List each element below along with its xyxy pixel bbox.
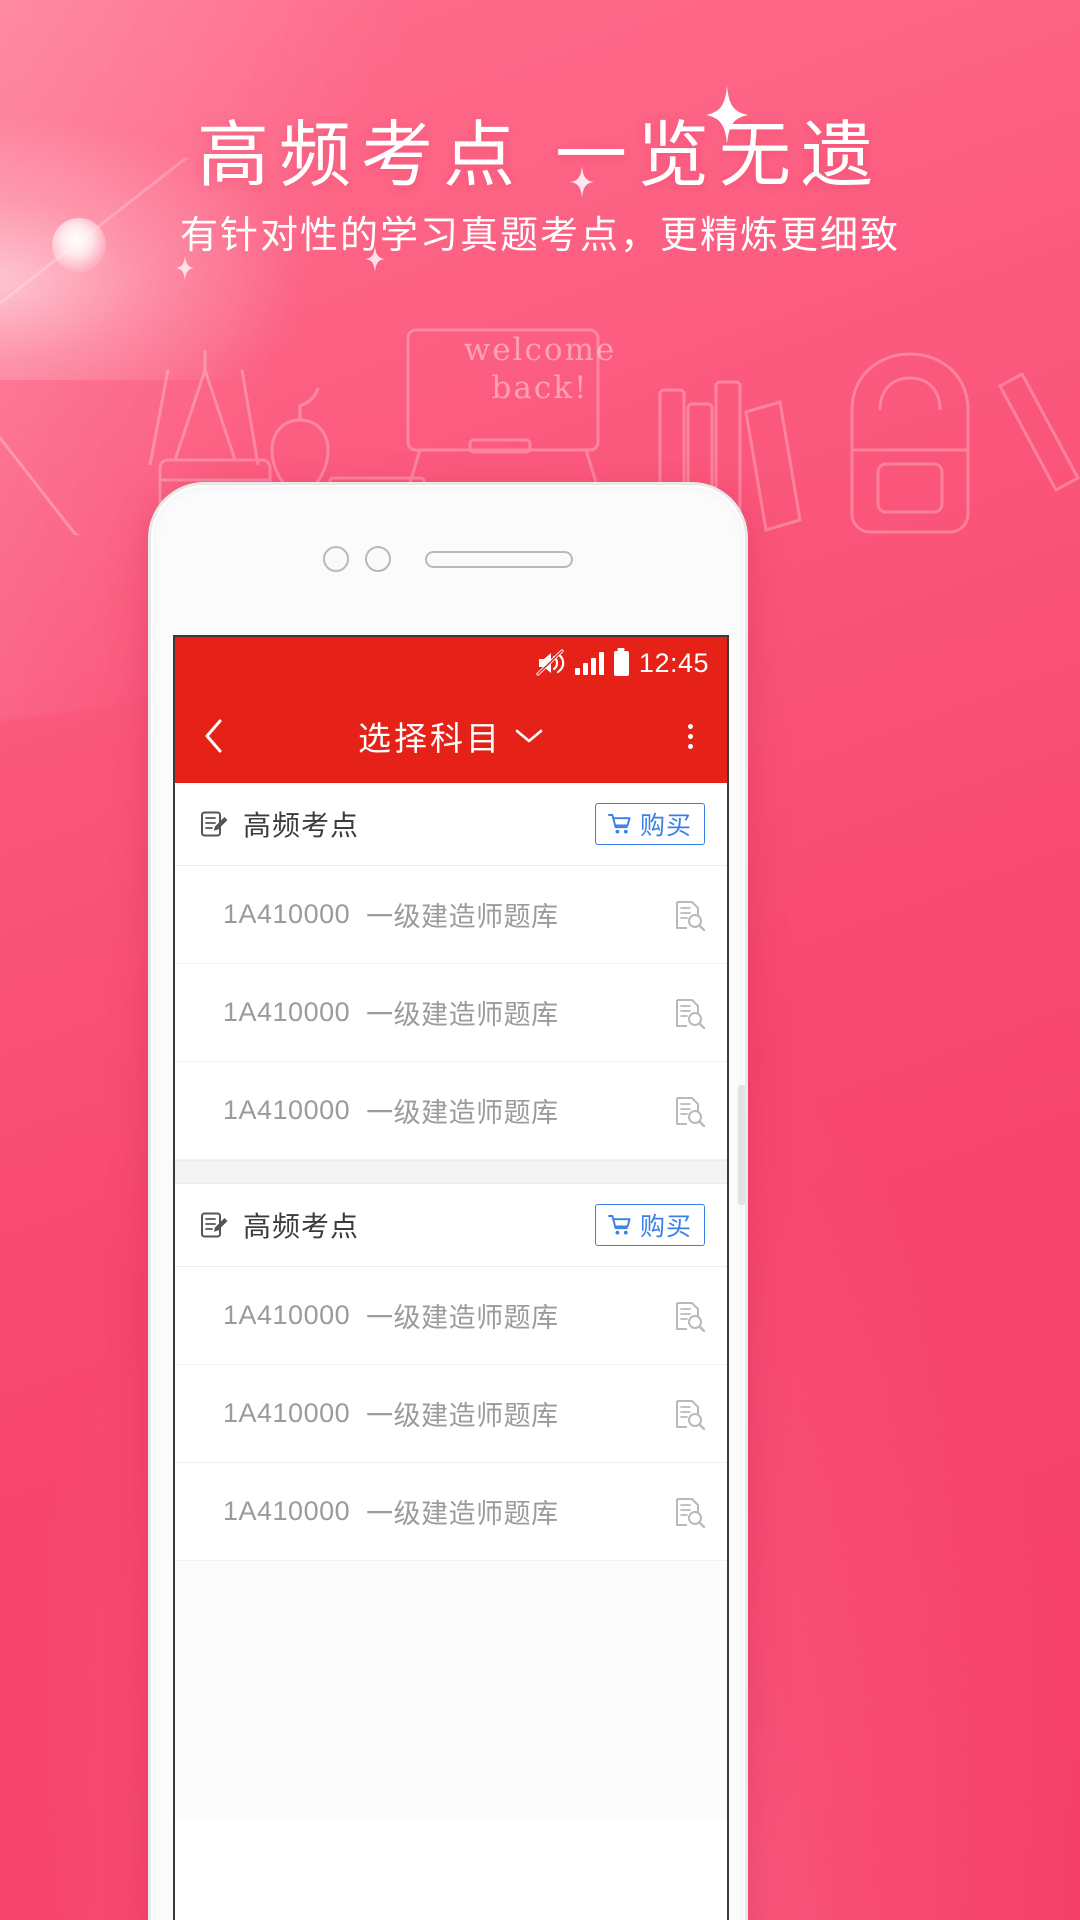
list-item[interactable]: 1A410000 一级建造师题库	[175, 866, 727, 964]
power-button[interactable]	[738, 1085, 745, 1205]
list-item-name: 一级建造师题库	[366, 1098, 559, 1128]
poster-headline: 高频考点 一览无遗	[196, 116, 883, 196]
phone-mockup: 12:45 选择科目 高频考点 购买 1A410000 一级建造师题库 1A41…	[148, 482, 748, 1920]
list-item-name: 一级建造师题库	[366, 1000, 559, 1030]
status-bar: 12:45	[175, 637, 727, 689]
section-header: 高频考点 购买	[175, 1184, 727, 1267]
section-divider	[175, 1160, 727, 1184]
promo-poster: welcome back! 高频考点 一览无遗 有针对性的学习真题考点，更精炼更…	[0, 0, 1080, 1920]
list-item-code: 1A410000	[223, 899, 351, 929]
screen-content: 高频考点 购买 1A410000 一级建造师题库 1A410000 一级建造师题…	[175, 783, 727, 1821]
list-item[interactable]: 1A410000 一级建造师题库	[175, 1365, 727, 1463]
nav-title-group[interactable]: 选择科目	[175, 712, 727, 760]
signal-bars-icon	[574, 651, 604, 675]
section-header: 高频考点 购买	[175, 783, 727, 866]
chevron-left-icon	[205, 719, 222, 753]
list-item-name: 一级建造师题库	[366, 1499, 559, 1529]
buy-button-label: 购买	[639, 812, 692, 840]
chalkboard-caption-line1: welcome	[463, 332, 617, 368]
document-search-icon[interactable]	[673, 997, 705, 1029]
document-search-icon[interactable]	[673, 1496, 705, 1528]
buy-button[interactable]: 购买	[594, 1204, 705, 1246]
phone-top-bezel	[151, 485, 745, 633]
cart-icon	[608, 814, 631, 834]
sparkle-icon	[176, 256, 194, 280]
app-navigation-bar: 选择科目	[175, 689, 727, 783]
list-item-code: 1A410000	[223, 1095, 351, 1125]
status-bar-clock: 12:45	[638, 647, 709, 678]
buy-button[interactable]: 购买	[594, 803, 705, 845]
phone-screen: 12:45 选择科目 高频考点 购买 1A410000 一级建造师题库 1A41…	[175, 637, 727, 1920]
earpiece-speaker	[425, 550, 573, 568]
list-item-name: 一级建造师题库	[366, 1401, 559, 1431]
list-item[interactable]: 1A410000 一级建造师题库	[175, 1267, 727, 1365]
battery-icon	[613, 650, 629, 676]
chevron-down-icon	[515, 729, 543, 743]
chalkboard-caption: welcome back!	[0, 332, 1080, 406]
empty-list-area	[175, 1561, 727, 1821]
more-vertical-icon-dot	[687, 723, 693, 729]
list-item[interactable]: 1A410000 一级建造师题库	[175, 1062, 727, 1160]
list-item-name: 一级建造师题库	[366, 902, 559, 932]
back-button[interactable]	[175, 689, 251, 783]
more-vertical-icon-dot	[687, 733, 693, 739]
proximity-sensor-icon	[365, 546, 391, 572]
document-search-icon[interactable]	[673, 1398, 705, 1430]
chalkboard-caption-line2: back!	[491, 370, 589, 406]
list-item[interactable]: 1A410000 一级建造师题库	[175, 1463, 727, 1561]
section-title: 高频考点	[243, 810, 360, 841]
list-item-name: 一级建造师题库	[366, 1303, 559, 1333]
list-item-code: 1A410000	[223, 997, 351, 1027]
list-item-code: 1A410000	[223, 1398, 351, 1428]
note-edit-icon	[199, 1210, 229, 1240]
note-edit-icon	[199, 809, 229, 839]
list-item-code: 1A410000	[223, 1496, 351, 1526]
document-search-icon[interactable]	[673, 899, 705, 931]
poster-subheadline: 有针对性的学习真题考点，更精炼更细致	[179, 215, 900, 257]
buy-button-label: 购买	[639, 1213, 692, 1241]
document-search-icon[interactable]	[673, 1300, 705, 1332]
mute-icon	[535, 649, 565, 677]
front-camera-icon	[323, 546, 349, 572]
cart-icon	[608, 1215, 631, 1235]
list-item[interactable]: 1A410000 一级建造师题库	[175, 964, 727, 1062]
list-item-code: 1A410000	[223, 1300, 351, 1330]
document-search-icon[interactable]	[673, 1095, 705, 1127]
section-title: 高频考点	[243, 1211, 360, 1242]
more-vertical-icon-dot	[687, 743, 693, 749]
overflow-menu-button[interactable]	[653, 689, 727, 783]
page-title: 选择科目	[358, 720, 502, 757]
